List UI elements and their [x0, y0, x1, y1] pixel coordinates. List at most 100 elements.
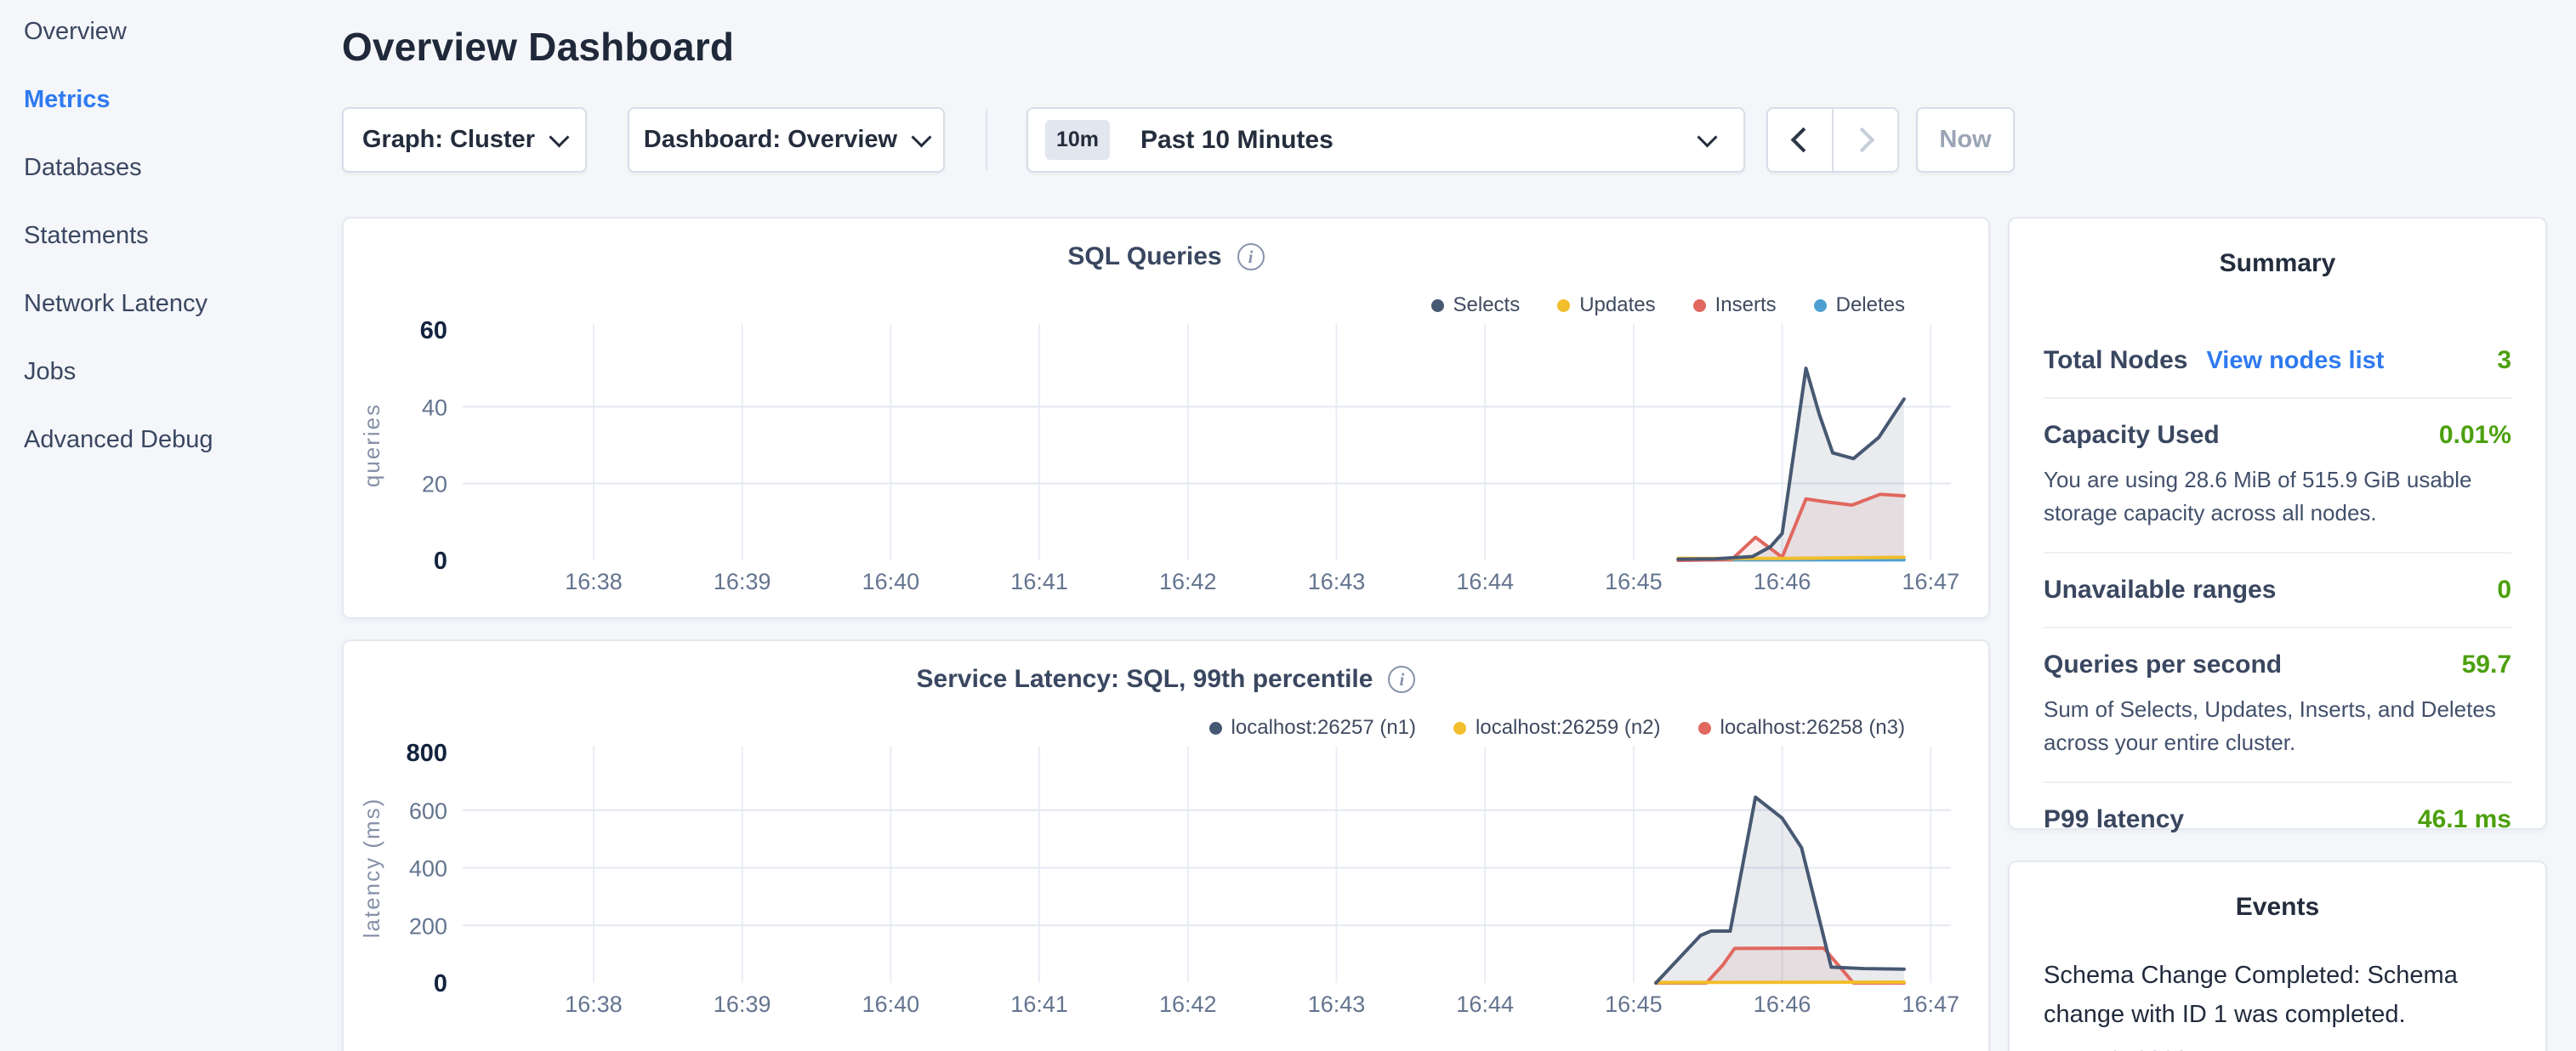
svg-text:16:42: 16:42 — [1159, 991, 1217, 1017]
graph-dropdown[interactable]: Graph: Cluster — [342, 107, 587, 173]
sidebar-item-metrics[interactable]: Metrics — [24, 88, 330, 111]
summary-description: Sum of Selects, Updates, Inserts, and De… — [2044, 693, 2511, 759]
event-timestamp: May 13, 2020 at 4:45 PM — [2044, 1046, 2511, 1051]
sidebar-item-network-latency[interactable]: Network Latency — [24, 292, 330, 315]
sql-queries-chart-card: SQL Queries i Selects Updates Inserts Delet… — [342, 217, 1990, 619]
chevron-down-icon — [1697, 127, 1717, 147]
event-item[interactable]: Schema Change Completed: Schema change w… — [2044, 956, 2511, 1051]
svg-text:400: 400 — [409, 856, 447, 882]
legend-label: Selects — [1453, 293, 1521, 317]
legend-label: Updates — [1579, 293, 1655, 317]
summary-panel: Summary Total Nodes View nodes list 3 Capac… — [2008, 217, 2547, 830]
sidebar-item-statements[interactable]: Statements — [24, 224, 330, 247]
page-title: Overview Dashboard — [342, 24, 734, 70]
sidebar-item-databases[interactable]: Databases — [24, 156, 330, 179]
time-back-button[interactable] — [1768, 109, 1834, 171]
legend-dot — [1431, 299, 1444, 312]
svg-text:16:41: 16:41 — [1010, 991, 1068, 1017]
summary-label: Queries per second — [2044, 650, 2282, 679]
svg-text:16:43: 16:43 — [1308, 569, 1366, 594]
svg-text:16:44: 16:44 — [1456, 569, 1514, 594]
legend-label: Deletes — [1836, 293, 1905, 317]
summary-row-unavailable-ranges: Unavailable ranges0 — [2044, 552, 2511, 627]
legend-item-localhost-26257-n1: localhost:26257 (n1) — [1209, 716, 1416, 740]
graph-dropdown-label: Graph: Cluster — [362, 126, 535, 154]
svg-text:16:40: 16:40 — [862, 569, 920, 594]
legend-dot — [1557, 299, 1570, 312]
svg-text:20: 20 — [422, 472, 447, 497]
legend-dot — [1209, 722, 1222, 735]
svg-text:16:45: 16:45 — [1605, 991, 1663, 1017]
dashboard-dropdown-label: Dashboard: Overview — [644, 126, 897, 154]
summary-label: Capacity Used — [2044, 421, 2220, 450]
svg-text:0: 0 — [434, 970, 447, 997]
summary-value: 3 — [2497, 346, 2511, 375]
summary-row-capacity-used: Capacity Used0.01%You are using 28.6 MiB… — [2044, 397, 2511, 552]
svg-text:0: 0 — [434, 548, 447, 575]
svg-text:16:46: 16:46 — [1754, 991, 1811, 1017]
legend-dot — [1693, 299, 1706, 312]
legend-label: localhost:26257 (n1) — [1231, 716, 1416, 740]
svg-text:16:40: 16:40 — [862, 991, 920, 1017]
sidebar-item-jobs[interactable]: Jobs — [24, 360, 330, 383]
toolbar-divider — [986, 109, 987, 171]
summary-heading: Summary — [2010, 249, 2545, 278]
chevron-right-icon — [1850, 128, 1875, 153]
chart-title: Service Latency: SQL, 99th percentile — [917, 665, 1373, 694]
page-root: Overview Metrics Databases Statements Networ… — [0, 0, 2576, 1051]
time-pager — [1766, 107, 1899, 173]
info-icon[interactable]: i — [1237, 243, 1265, 270]
sidebar: Overview Metrics Databases Statements Networ… — [24, 20, 330, 496]
svg-text:16:41: 16:41 — [1010, 569, 1068, 594]
svg-text:16:47: 16:47 — [1902, 991, 1960, 1017]
event-message: Schema Change Completed: Schema change w… — [2044, 956, 2511, 1034]
svg-text:16:39: 16:39 — [714, 991, 771, 1017]
legend-dot — [1453, 722, 1466, 735]
svg-text:60: 60 — [420, 321, 447, 344]
svg-text:16:43: 16:43 — [1308, 991, 1366, 1017]
legend-label: localhost:26258 (n3) — [1720, 716, 1905, 740]
time-window-badge: 10m — [1045, 120, 1110, 160]
summary-label: Total Nodes — [2044, 346, 2187, 375]
view-nodes-list-link[interactable]: View nodes list — [2206, 347, 2384, 375]
legend-item-deletes: Deletes — [1814, 293, 1905, 317]
summary-row-total-nodes: Total Nodes View nodes list 3 — [2044, 324, 2511, 397]
sql-queries-chart[interactable]: 16:3816:3916:4016:4116:4216:4316:4416:45… — [344, 321, 1992, 601]
sidebar-item-advanced-debug[interactable]: Advanced Debug — [24, 428, 330, 452]
service-latency-chart[interactable]: 16:38 16:39 16:40 16:41 16:42 16:43 16:44 16:45… — [344, 743, 1992, 1024]
summary-rows: Total Nodes View nodes list 3 Capacity Used… — [2044, 324, 2511, 856]
summary-value: 59.7 — [2462, 650, 2511, 679]
svg-text:800: 800 — [407, 743, 447, 767]
summary-description: You are using 28.6 MiB of 515.9 GiB usab… — [2044, 463, 2511, 530]
chevron-down-icon — [549, 127, 569, 147]
svg-text:queries: queries — [359, 403, 384, 487]
svg-text:16:45: 16:45 — [1605, 569, 1663, 594]
svg-text:16:44: 16:44 — [1456, 991, 1514, 1017]
summary-label: P99 latency — [2044, 805, 2184, 834]
summary-row-queries-per-second: Queries per second 59.7 Sum of Selects, Up… — [2044, 627, 2511, 781]
legend-item-inserts: Inserts — [1693, 293, 1777, 317]
events-heading: Events — [2010, 893, 2545, 922]
summary-row-p99-latency: P99 latency46.1 ms — [2044, 781, 2511, 856]
events-panel: Events Schema Change Completed: Schema c… — [2008, 861, 2547, 1051]
legend-item-localhost-26259-n2: localhost:26259 (n2) — [1453, 716, 1660, 740]
svg-text:16:38: 16:38 — [565, 991, 623, 1017]
time-forward-button[interactable] — [1834, 109, 1897, 171]
legend-item-selects: Selects — [1431, 293, 1521, 317]
now-button[interactable]: Now — [1916, 107, 2015, 173]
time-window-selector[interactable]: 10m Past 10 Minutes — [1026, 107, 1745, 173]
legend-label: Inserts — [1715, 293, 1777, 317]
chevron-down-icon — [912, 127, 932, 147]
svg-text:latency (ms): latency (ms) — [359, 798, 384, 939]
chart-title: SQL Queries — [1067, 242, 1221, 271]
svg-text:16:38: 16:38 — [565, 569, 623, 594]
legend-dot — [1814, 299, 1827, 312]
dashboard-dropdown[interactable]: Dashboard: Overview — [628, 107, 945, 173]
sidebar-item-overview[interactable]: Overview — [24, 20, 330, 43]
info-icon[interactable]: i — [1388, 666, 1415, 693]
chevron-left-icon — [1791, 128, 1817, 153]
svg-text:16:46: 16:46 — [1754, 569, 1811, 594]
legend-dot — [1698, 722, 1711, 735]
legend-item-localhost-26258-n3: localhost:26258 (n3) — [1698, 716, 1905, 740]
chart-legend: localhost:26257 (n1) localhost:26259 (n2)… — [1209, 716, 1905, 740]
